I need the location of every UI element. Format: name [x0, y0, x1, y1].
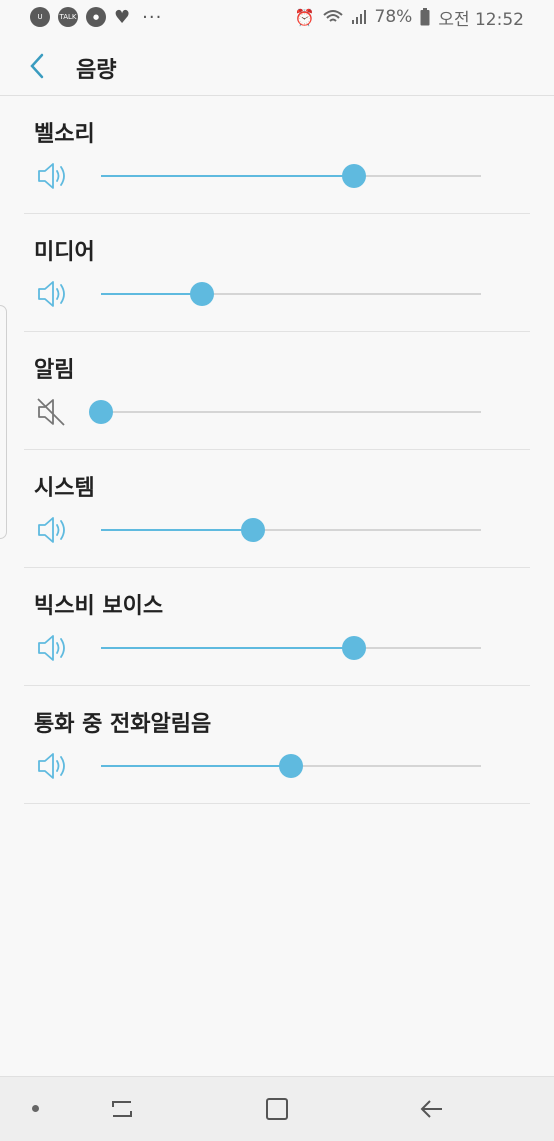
slider-thumb[interactable] — [241, 518, 265, 542]
home-button[interactable] — [263, 1095, 291, 1123]
speaker-icon[interactable] — [36, 632, 72, 664]
status-bar: U TALK ● ♥ ··· ⏰ 78% 오전 12:52 — [0, 0, 554, 34]
volume-slider[interactable] — [101, 164, 481, 188]
volume-label: 알림 — [34, 358, 75, 383]
volume-label: 통화 중 전화알림음 — [34, 712, 212, 737]
signal-icon — [351, 10, 366, 24]
speaker-icon[interactable] — [36, 160, 72, 192]
volume-list: 벨소리 미디어 알림 시스템 빅스비 보이스 통화 중 전화알림음 — [24, 96, 530, 804]
volume-row: 벨소리 — [24, 96, 530, 214]
slider-thumb[interactable] — [342, 636, 366, 660]
kakaotalk-icon: TALK — [58, 7, 78, 27]
app-notification-icon: ● — [86, 7, 106, 27]
speaker-icon[interactable] — [36, 750, 72, 782]
page-title: 음량 — [76, 58, 117, 83]
slider-fill — [101, 293, 202, 295]
slider-fill — [101, 175, 354, 177]
edge-panel-handle[interactable] — [0, 305, 7, 539]
back-button[interactable] — [26, 52, 50, 80]
status-right: ⏰ 78% 오전 12:52 — [295, 5, 524, 30]
volume-label: 시스템 — [34, 476, 95, 501]
back-nav-button[interactable] — [418, 1095, 446, 1123]
volume-label: 빅스비 보이스 — [34, 594, 164, 619]
slider-thumb[interactable] — [279, 754, 303, 778]
slider-thumb[interactable] — [190, 282, 214, 306]
clock: 오전 12:52 — [438, 9, 524, 30]
slider-thumb[interactable] — [342, 164, 366, 188]
volume-slider[interactable] — [101, 636, 481, 660]
volume-row: 미디어 — [24, 214, 530, 332]
battery-percent: 78% — [374, 7, 413, 27]
status-left: U TALK ● ♥ ··· — [30, 7, 162, 28]
app-header: 음량 — [0, 34, 554, 96]
speaker-muted-icon[interactable] — [36, 396, 72, 428]
volume-row: 시스템 — [24, 450, 530, 568]
slider-fill — [101, 647, 354, 649]
volume-slider[interactable] — [101, 518, 481, 542]
recent-apps-button[interactable] — [108, 1095, 136, 1123]
battery-icon — [420, 8, 430, 26]
volume-row: 통화 중 전화알림음 — [24, 686, 530, 804]
speaker-icon[interactable] — [36, 514, 72, 546]
heart-icon: ♥ — [114, 6, 131, 28]
wifi-icon — [322, 10, 343, 22]
volume-row: 빅스비 보이스 — [24, 568, 530, 686]
nav-hide-dot[interactable] — [32, 1105, 39, 1112]
chevron-left-icon — [30, 53, 44, 79]
volume-slider[interactable] — [101, 282, 481, 306]
volume-label: 벨소리 — [34, 122, 95, 147]
navigation-bar — [0, 1076, 554, 1141]
speaker-icon[interactable] — [36, 278, 72, 310]
volume-slider[interactable] — [101, 754, 481, 778]
uplus-icon: U — [30, 7, 50, 27]
volume-row: 알림 — [24, 332, 530, 450]
slider-thumb[interactable] — [89, 400, 113, 424]
alarm-icon: ⏰ — [294, 7, 315, 27]
slider-track — [101, 411, 481, 413]
slider-fill — [101, 765, 291, 767]
more-notifications-icon: ··· — [142, 6, 163, 28]
volume-label: 미디어 — [34, 240, 95, 265]
slider-fill — [101, 529, 253, 531]
volume-slider[interactable] — [89, 400, 481, 424]
